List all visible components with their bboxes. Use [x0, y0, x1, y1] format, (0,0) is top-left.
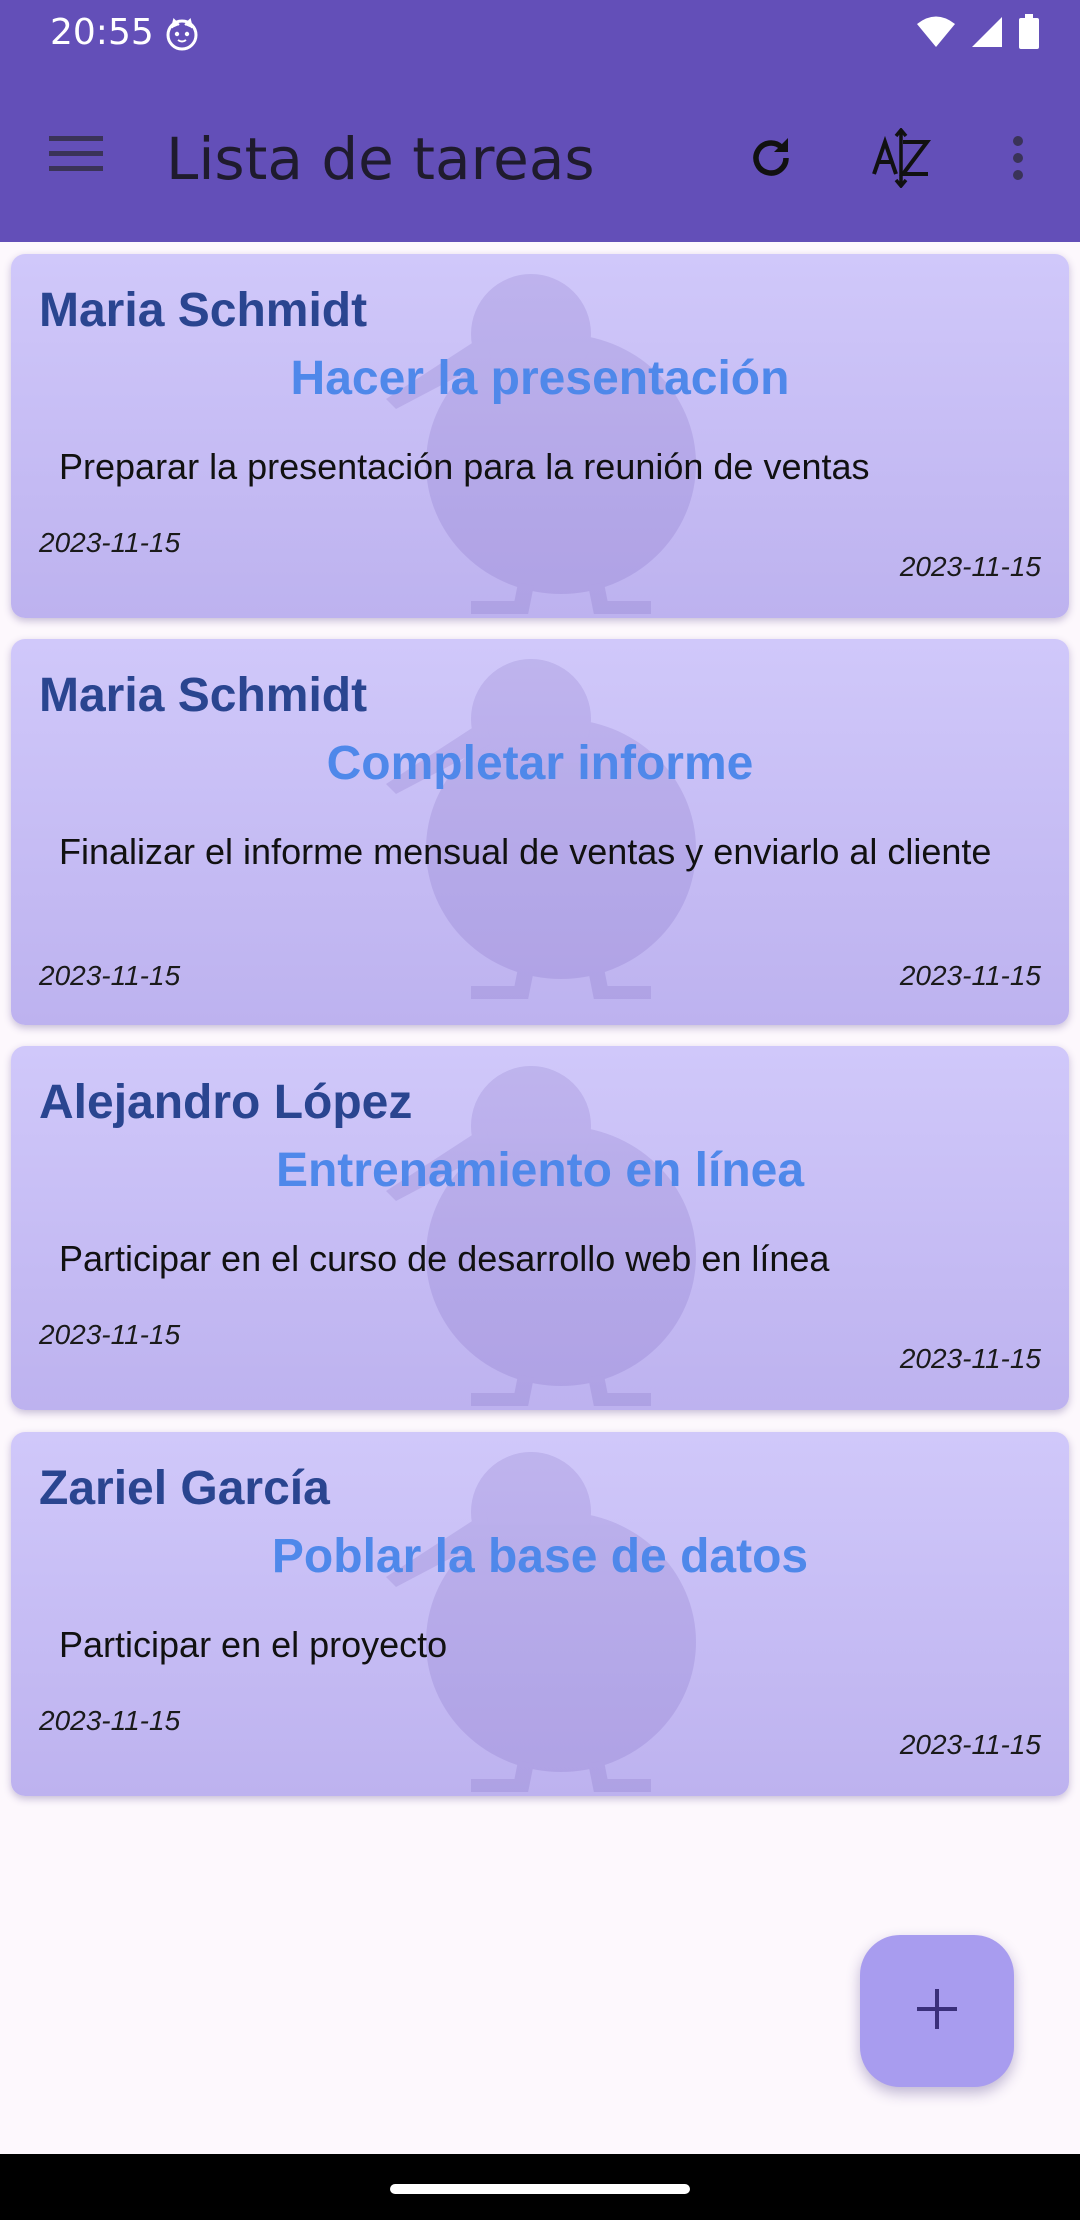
add-task-button[interactable] — [860, 1935, 1014, 2087]
battery-icon — [1018, 13, 1040, 55]
page-title: Lista de tareas — [166, 125, 595, 193]
sort-az-button[interactable] — [854, 112, 950, 208]
task-description: Preparar la presentación para la reunión… — [59, 446, 870, 487]
home-gesture-handle[interactable] — [390, 2184, 690, 2194]
task-title: Entrenamiento en línea — [275, 1144, 805, 1197]
task-date-end: 2023-11-15 — [899, 960, 1041, 991]
sort-az-icon — [872, 126, 932, 193]
task-date-start: 2023-11-15 — [39, 1705, 181, 1736]
refresh-button[interactable] — [723, 112, 819, 208]
task-date-start: 2023-11-15 — [39, 960, 181, 991]
task-title: Poblar la base de datos — [271, 1530, 809, 1583]
menu-button[interactable] — [36, 116, 116, 196]
task-author: Zariel García — [39, 1462, 330, 1515]
status-bar: 20:55 — [0, 0, 1080, 66]
kiwi-bird-icon — [386, 659, 696, 999]
task-author: Alejandro López — [39, 1076, 413, 1129]
task-date-end: 2023-11-15 — [899, 1729, 1041, 1760]
cat-notification-icon — [164, 16, 200, 52]
more-vert-icon — [1011, 135, 1025, 186]
task-description: Finalizar el informe mensual de ventas y… — [59, 831, 992, 872]
task-card[interactable]: Maria Schmidt Completar informe Finaliza… — [11, 639, 1069, 1025]
task-card[interactable]: Alejandro López Entrenamiento en línea P… — [11, 1046, 1069, 1410]
task-date-end: 2023-11-15 — [899, 551, 1041, 582]
task-date-end: 2023-11-15 — [899, 1343, 1041, 1374]
task-card[interactable]: Maria Schmidt Hacer la presentación Prep… — [11, 254, 1069, 618]
app-bar: Lista de tareas — [0, 66, 1080, 242]
task-date-start: 2023-11-15 — [39, 1319, 181, 1350]
task-date-start: 2023-11-15 — [39, 527, 181, 558]
task-title: Completar informe — [326, 737, 754, 790]
task-card[interactable]: Zariel García Poblar la base de datos Pa… — [11, 1432, 1069, 1796]
status-time: 20:55 — [50, 12, 154, 53]
system-nav-bar — [0, 2154, 1080, 2220]
kiwi-bird-icon — [386, 1452, 696, 1792]
kiwi-bird-icon — [386, 274, 696, 614]
task-description: Participar en el curso de desarrollo web… — [59, 1238, 830, 1279]
task-author: Maria Schmidt — [39, 669, 368, 722]
menu-icon — [49, 134, 103, 179]
cell-signal-icon — [970, 15, 1004, 54]
task-description: Participar en el proyecto — [59, 1624, 448, 1665]
task-author: Maria Schmidt — [39, 284, 368, 337]
wifi-icon — [916, 15, 956, 54]
task-title: Hacer la presentación — [290, 352, 790, 405]
more-options-button[interactable] — [970, 112, 1066, 208]
add-icon — [915, 1987, 959, 2036]
kiwi-bird-icon — [386, 1066, 696, 1406]
refresh-icon — [746, 133, 796, 188]
